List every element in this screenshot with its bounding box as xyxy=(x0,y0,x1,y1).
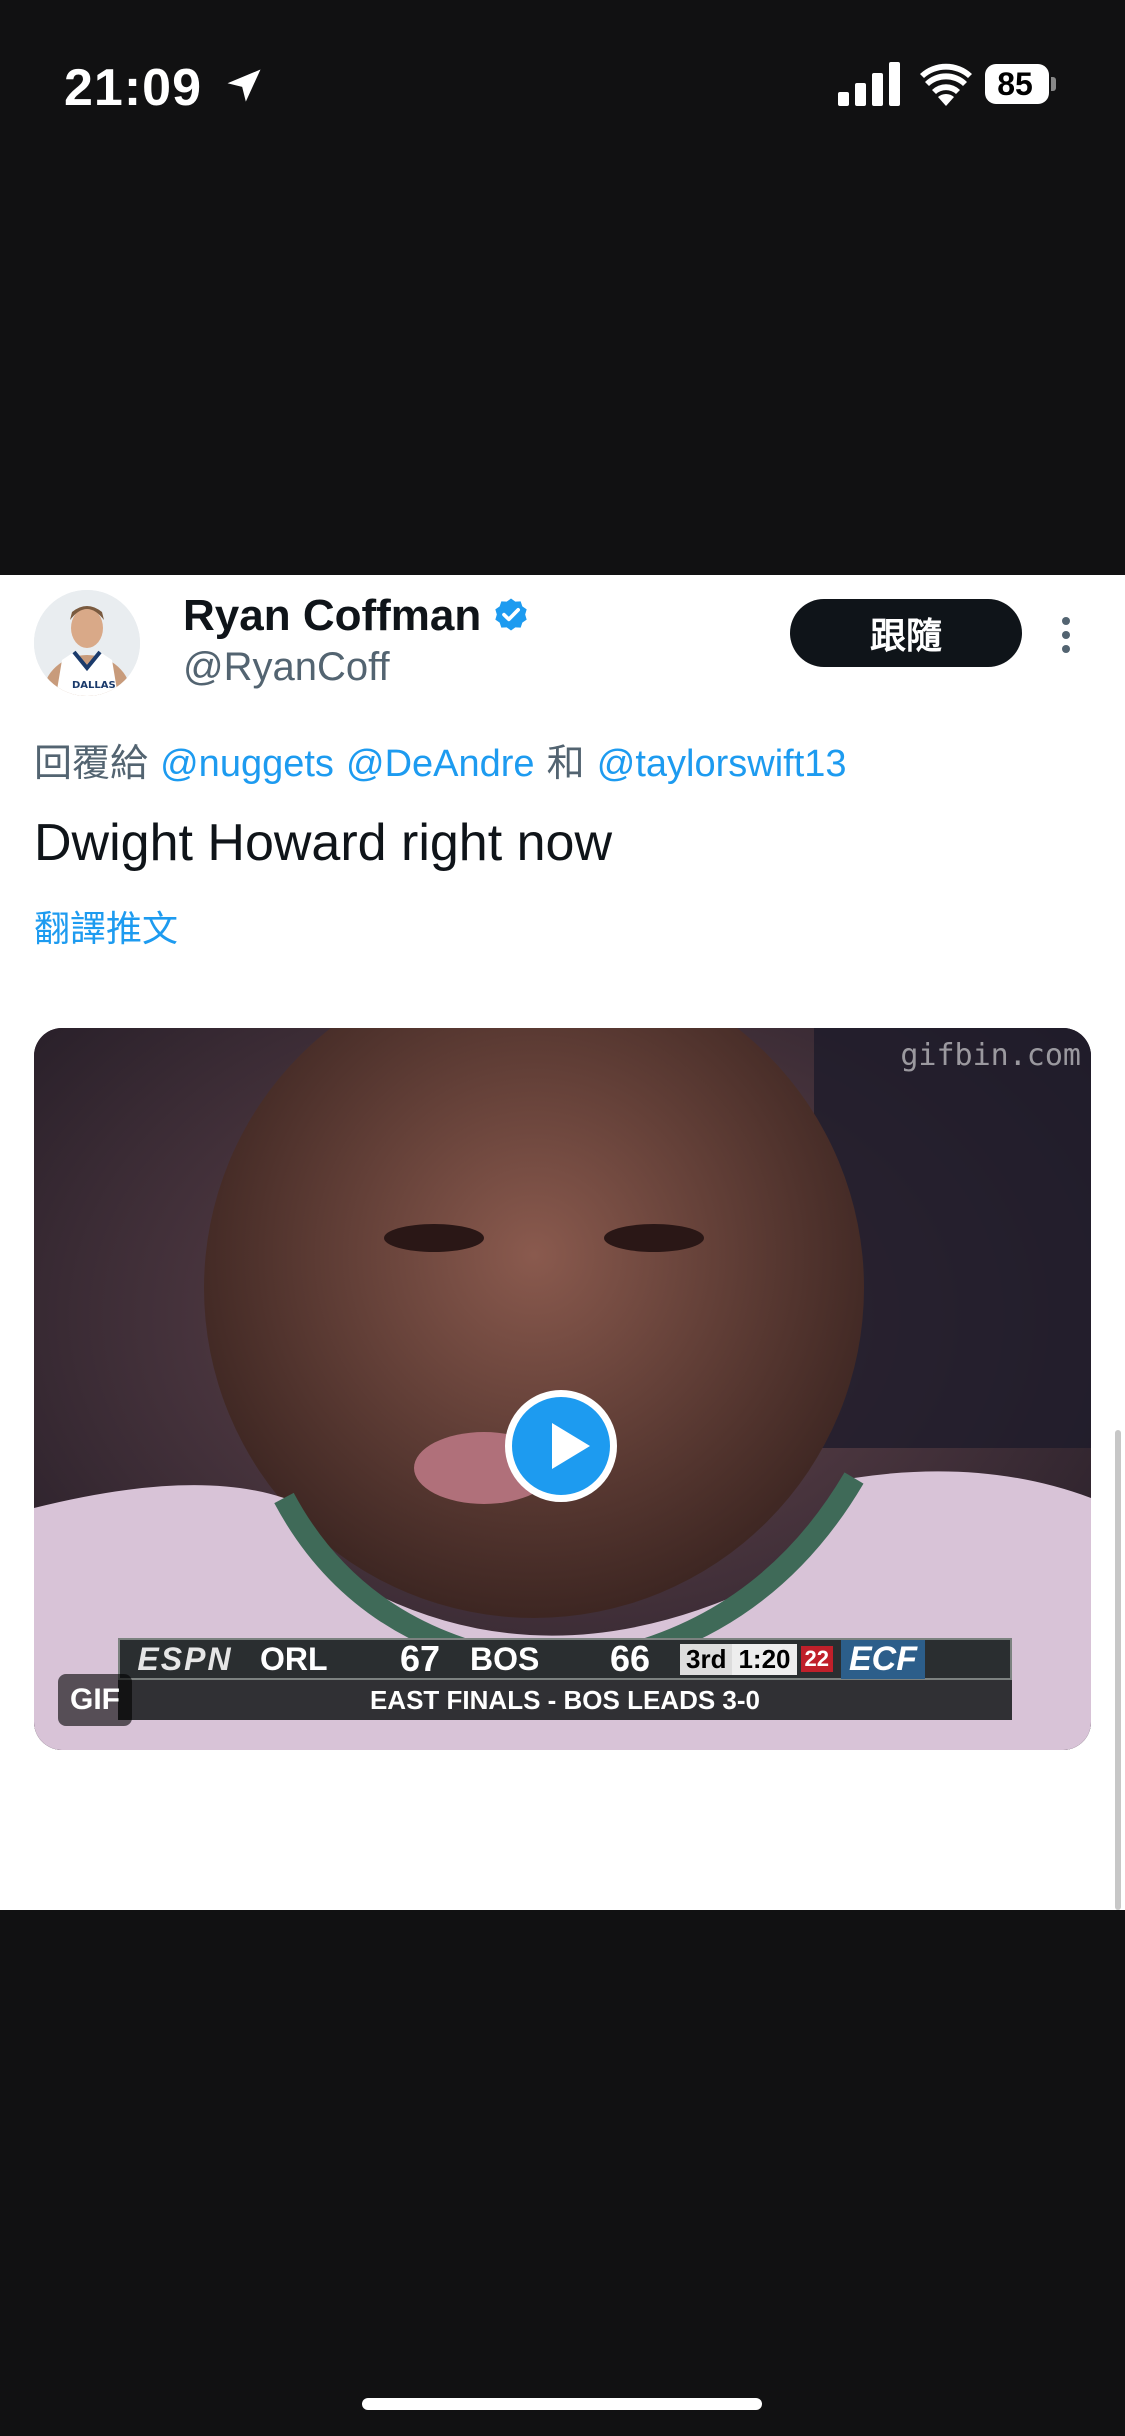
svg-text:DALLAS: DALLAS xyxy=(72,680,116,691)
avatar[interactable]: DALLAS xyxy=(34,590,140,696)
scoreboard-shot-clock: 22 xyxy=(800,1646,833,1672)
scoreboard: ESPN ORL 67 BOS 66 3rd 1:20 22 ECF xyxy=(118,1638,1012,1680)
scoreboard-network: ESPN xyxy=(137,1640,233,1677)
mention-link[interactable]: @DeAndre xyxy=(346,743,535,785)
play-icon xyxy=(552,1423,590,1469)
verified-badge-icon xyxy=(495,598,527,631)
battery-icon: 85 xyxy=(985,64,1057,106)
scrollbar[interactable] xyxy=(1115,1430,1121,1910)
mention-link[interactable]: @taylorswift13 xyxy=(597,743,847,785)
more-options-icon[interactable] xyxy=(1056,617,1076,657)
location-arrow-icon xyxy=(227,69,261,102)
battery-level: 85 xyxy=(997,66,1033,102)
scoreboard-clock: 1:20 xyxy=(732,1643,797,1675)
status-bar: 21:09 85 xyxy=(0,0,1125,175)
reply-joiner: 和 xyxy=(546,741,585,785)
reply-context: 回覆給 @nuggets @DeAndre 和 @taylorswift13 xyxy=(34,732,847,787)
gif-badge: GIF xyxy=(58,1674,132,1726)
play-button[interactable] xyxy=(505,1390,617,1502)
scoreboard-series: ECF xyxy=(841,1639,925,1679)
scoreboard-score2: 66 xyxy=(609,1638,651,1679)
home-indicator[interactable] xyxy=(362,2398,762,2410)
avatar-image: DALLAS xyxy=(34,590,140,696)
gif-media[interactable]: gifbin.com ESPN ORL 67 BOS 66 3rd 1:20 2… xyxy=(34,1028,1091,1750)
mention-link[interactable]: @nuggets xyxy=(160,743,334,785)
scoreboard-team1: ORL xyxy=(260,1640,328,1677)
author-row[interactable]: Ryan Coffman xyxy=(183,591,531,641)
scoreboard-subline: EAST FINALS - BOS LEADS 3-0 xyxy=(369,1685,761,1715)
follow-button[interactable]: 跟隨 xyxy=(790,599,1022,667)
scoreboard-score1: 67 xyxy=(399,1638,441,1679)
author-handle[interactable]: @RyanCoff xyxy=(183,645,390,690)
status-time: 21:09 xyxy=(64,59,202,117)
tweet-card[interactable]: DALLAS Ryan Coffman @RyanCoff 跟隨 回覆給 @nu… xyxy=(0,575,1125,1910)
reply-prefix: 回覆給 xyxy=(34,741,149,785)
signal-icon xyxy=(838,62,900,106)
scoreboard-team2: BOS xyxy=(470,1640,540,1677)
translate-tweet-link[interactable]: 翻譯推文 xyxy=(34,900,178,952)
wifi-icon xyxy=(920,63,972,106)
tweet-text: Dwight Howard right now xyxy=(34,814,613,872)
watermark: gifbin.com xyxy=(900,1038,1081,1073)
scoreboard-quarter: 3rd xyxy=(680,1643,733,1675)
author-name[interactable]: Ryan Coffman xyxy=(183,591,481,641)
